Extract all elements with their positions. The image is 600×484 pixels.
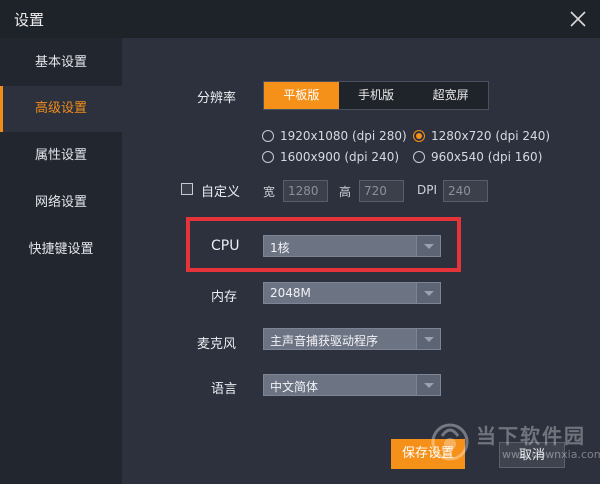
language-select[interactable]: 中文简体 (263, 374, 441, 396)
radio-circle (413, 151, 425, 163)
memory-value: 2048M (270, 286, 311, 300)
dpi-input[interactable]: 240 (443, 180, 488, 202)
width-input[interactable]: 1280 (283, 180, 328, 202)
sidebar-item-label: 基本设置 (34, 55, 87, 70)
cpu-select[interactable]: 1核 (263, 235, 441, 257)
cancel-button[interactable]: 取消 (499, 442, 565, 468)
chevron-down-icon (416, 329, 440, 349)
tab-phone[interactable]: 手机版 (338, 82, 414, 109)
microphone-label: 麦克风 (197, 337, 237, 352)
sidebar-item-label: 高级设置 (34, 101, 87, 116)
sidebar-item-advanced[interactable]: 高级设置 (0, 86, 122, 132)
sidebar-item-properties[interactable]: 属性设置 (0, 133, 122, 179)
window-title: 设置 (14, 11, 45, 29)
title-bar: 设置 (0, 0, 600, 38)
radio-label: 1280x720 (dpi 240) (431, 129, 551, 143)
dpi-label: DPI (417, 183, 438, 197)
custom-label: 自定义 (201, 185, 241, 200)
radio-label: 960x540 (dpi 160) (431, 150, 543, 164)
chevron-down-icon (416, 283, 440, 303)
height-label: 高 (339, 185, 352, 199)
radio-circle (262, 151, 274, 163)
radio-1920x1080[interactable]: 1920x1080 (dpi 280) (262, 129, 407, 143)
cpu-value: 1核 (270, 241, 290, 255)
cpu-label: CPU (211, 238, 240, 254)
sidebar-item-network[interactable]: 网络设置 (0, 180, 122, 226)
memory-select[interactable]: 2048M (263, 282, 441, 304)
resolution-mode-tabs: 平板版 手机版 超宽屏 (263, 81, 489, 110)
radio-circle (413, 130, 425, 142)
close-icon[interactable] (566, 7, 590, 31)
radio-1280x720[interactable]: 1280x720 (dpi 240) (413, 129, 550, 143)
radio-label: 1600x900 (dpi 240) (280, 150, 400, 164)
tab-tablet[interactable]: 平板版 (264, 82, 339, 109)
sidebar-item-label: 网络设置 (34, 195, 87, 210)
radio-label: 1920x1080 (dpi 280) (280, 129, 407, 143)
sidebar-item-basic[interactable]: 基本设置 (0, 40, 122, 86)
sidebar: 基本设置 高级设置 属性设置 网络设置 快捷键设置 (0, 38, 122, 484)
custom-resolution-checkbox[interactable] (181, 183, 193, 195)
sidebar-item-label: 快捷键设置 (28, 242, 94, 257)
sidebar-item-label: 属性设置 (34, 148, 87, 163)
chevron-down-icon (416, 375, 440, 395)
language-label: 语言 (211, 382, 238, 397)
tab-ultrawide[interactable]: 超宽屏 (413, 82, 489, 109)
resolution-label: 分辨率 (197, 91, 237, 106)
radio-960x540[interactable]: 960x540 (dpi 160) (413, 150, 542, 164)
radio-circle (262, 130, 274, 142)
microphone-select[interactable]: 主声音捕获驱动程序 (263, 328, 441, 350)
sidebar-item-shortcuts[interactable]: 快捷键设置 (0, 227, 122, 273)
save-button[interactable]: 保存设置 (391, 439, 465, 469)
chevron-down-icon (416, 236, 440, 256)
height-input[interactable]: 720 (359, 180, 404, 202)
microphone-value: 主声音捕获驱动程序 (270, 334, 379, 348)
language-value: 中文简体 (270, 380, 319, 394)
width-label: 宽 (263, 185, 276, 199)
radio-1600x900[interactable]: 1600x900 (dpi 240) (262, 150, 399, 164)
memory-label: 内存 (211, 290, 238, 305)
